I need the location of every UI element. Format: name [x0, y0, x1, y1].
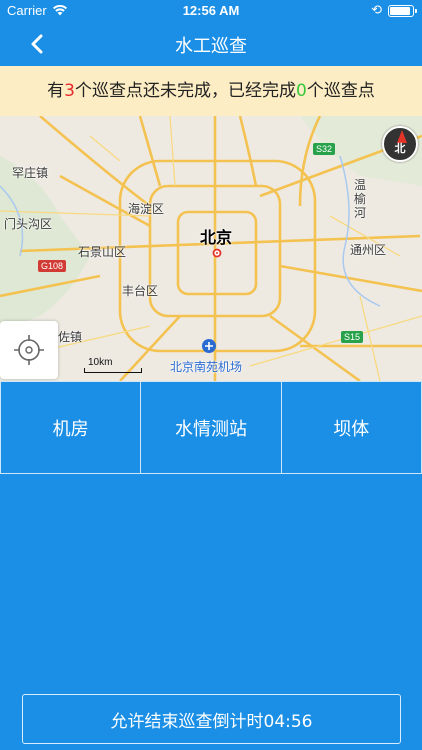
map-label-sjs: 石景山区 [78, 245, 127, 259]
map-label-zgz: 佐镇 [58, 330, 83, 344]
map-label-city: 北京 [200, 228, 233, 247]
road-tag-s32: S32 [313, 143, 336, 155]
status-time: 12:56 AM [182, 3, 240, 18]
unfinished-count: 3 [64, 81, 75, 101]
map-label-hdq: 海淀区 [128, 202, 165, 216]
locate-icon [14, 335, 44, 365]
status-bar: Carrier 12:56 AM ⟲ [0, 0, 422, 22]
page-title: 水工巡查 [175, 36, 247, 57]
map-label-mtg: 门头沟区 [4, 217, 53, 231]
notice-suffix: 个巡查点 [306, 81, 375, 101]
battery-icon [388, 5, 417, 17]
map-label-tzq: 通州区 [350, 243, 387, 257]
progress-notice: 有3个巡查点还未完成，已经完成0个巡查点 [0, 66, 422, 116]
map-label-ftq: 丰台区 [122, 284, 159, 298]
compass-icon[interactable]: 北 [382, 126, 418, 162]
notice-prefix: 有 [47, 81, 65, 101]
nav-bar: 水工巡查 [0, 22, 422, 66]
finished-count: 0 [296, 81, 307, 101]
map-scale-label: 10km [88, 357, 113, 368]
map-label-airport: 北京南苑机场 [170, 360, 243, 374]
compass-north-label: 北 [394, 142, 406, 155]
category-tabs: 机房 水情测站 坝体 [0, 381, 422, 474]
map-scale: 10km [84, 357, 142, 373]
locate-button[interactable] [0, 321, 58, 379]
road-tag-g108: G108 [38, 260, 67, 272]
rotation-lock-icon: ⟲ [371, 3, 382, 18]
notice-middle: 个巡查点还未完成，已经完成 [75, 81, 296, 101]
tab-water-station[interactable]: 水情测站 [141, 381, 282, 474]
map-view[interactable]: 罕庄镇 门头沟区 海淀区 北京 石景山区 丰台区 通州区 佐镇 温榆河 北京南苑… [0, 116, 422, 381]
end-inspection-button[interactable]: 允许结束巡查倒计时04:56 [22, 694, 401, 744]
map-label-wyh: 温榆河 [354, 178, 367, 220]
map-label-hzz: 罕庄镇 [12, 166, 49, 180]
road-tag-s15: S15 [341, 331, 364, 343]
tab-machine-room[interactable]: 机房 [0, 381, 142, 474]
tab-dam-body[interactable]: 坝体 [281, 381, 422, 474]
